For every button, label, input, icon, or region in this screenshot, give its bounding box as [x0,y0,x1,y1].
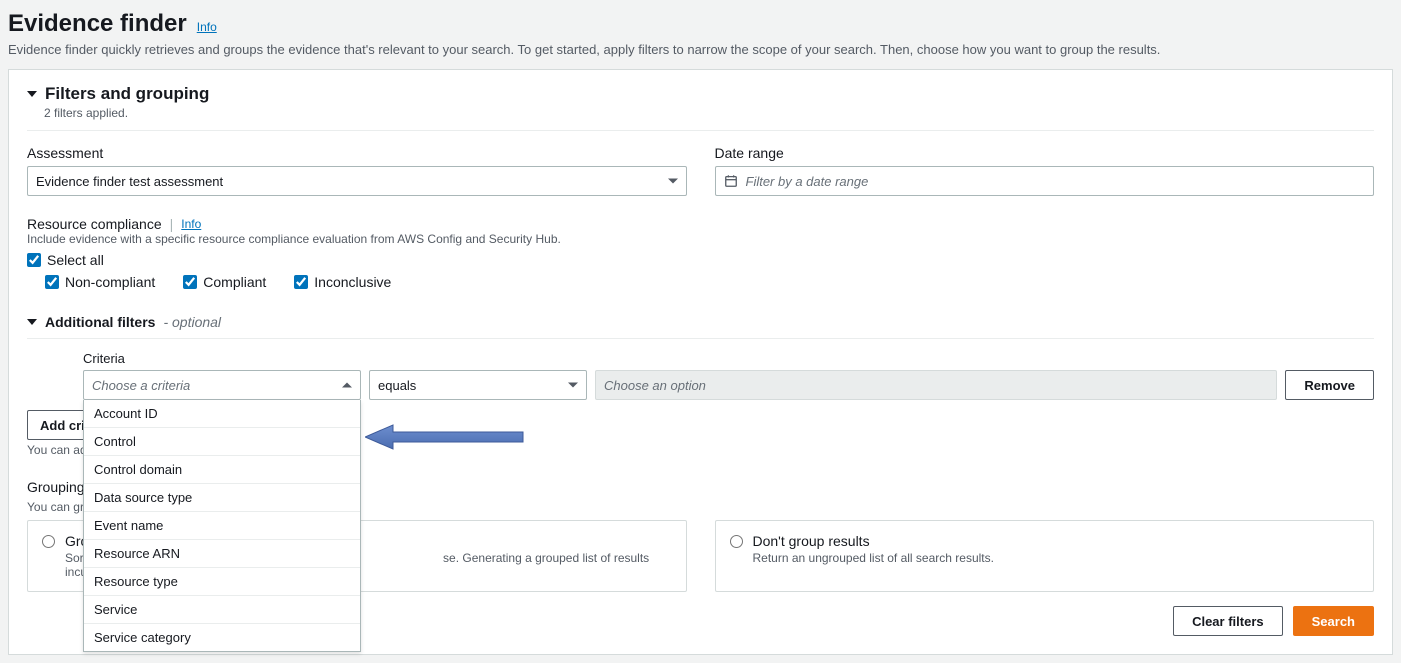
criteria-option-resource-type[interactable]: Resource type [84,568,360,596]
criteria-label: Criteria [83,351,361,366]
date-range-input[interactable]: Filter by a date range [715,166,1375,196]
noncompliant-label: Non-compliant [65,274,155,290]
caret-down-icon [568,383,578,388]
filters-panel: Filters and grouping 2 filters applied. … [8,69,1393,655]
caret-down-icon [27,319,37,325]
noncompliant-checkbox[interactable] [45,275,59,289]
dont-group-radio[interactable] [730,535,743,548]
compliant-label: Compliant [203,274,266,290]
inconclusive-label: Inconclusive [314,274,391,290]
criteria-option-account-id[interactable]: Account ID [84,400,360,428]
dont-group-desc: Return an ungrouped list of all search r… [753,551,994,565]
filters-header[interactable]: Filters and grouping [27,84,1374,104]
criteria-option-data-source-type[interactable]: Data source type [84,484,360,512]
additional-filters-title: Additional filters [45,314,155,330]
calendar-icon [724,174,738,188]
criteria-option-resource-arn[interactable]: Resource ARN [84,540,360,568]
caret-up-icon [342,383,352,388]
date-range-label: Date range [715,145,1375,161]
additional-filters-header[interactable]: Additional filters - optional [27,314,1374,330]
criteria-placeholder: Choose a criteria [92,378,190,393]
compliance-info-link[interactable]: Info [181,217,201,231]
assessment-select[interactable]: Evidence finder test assessment [27,166,687,196]
remove-button[interactable]: Remove [1285,370,1374,400]
assessment-value: Evidence finder test assessment [36,174,223,189]
compliance-label: Resource compliance [27,216,162,232]
dont-group-title: Don't group results [753,533,994,549]
date-range-placeholder: Filter by a date range [746,174,869,189]
criteria-option-control[interactable]: Control [84,428,360,456]
criteria-option-control-domain[interactable]: Control domain [84,456,360,484]
info-link[interactable]: Info [197,20,217,34]
criteria-option-service[interactable]: Service [84,596,360,624]
search-button[interactable]: Search [1293,606,1374,636]
page-description: Evidence finder quickly retrieves and gr… [8,42,1393,69]
inconclusive-checkbox[interactable] [294,275,308,289]
select-all-label: Select all [47,252,104,268]
value-placeholder: Choose an option [604,378,706,393]
filters-applied-count: 2 filters applied. [44,106,1374,120]
assessment-label: Assessment [27,145,687,161]
criteria-select[interactable]: Choose a criteria [83,370,361,400]
dont-group-option[interactable]: Don't group results Return an ungrouped … [716,521,1374,577]
caret-down-icon [27,91,37,97]
compliance-description: Include evidence with a specific resourc… [27,232,1374,246]
compliant-checkbox[interactable] [183,275,197,289]
caret-down-icon [668,179,678,184]
page-title: Evidence finder [8,10,187,38]
optional-hint: - optional [163,314,221,330]
value-input[interactable]: Choose an option [595,370,1277,400]
criteria-option-service-category[interactable]: Service category [84,624,360,651]
operator-select[interactable]: equals [369,370,587,400]
select-all-checkbox[interactable] [27,253,41,267]
group-results-radio[interactable] [42,535,55,548]
filters-title: Filters and grouping [45,84,209,104]
clear-filters-button[interactable]: Clear filters [1173,606,1283,636]
operator-value: equals [378,378,416,393]
criteria-dropdown: Account ID Control Control domain Data s… [83,400,361,652]
criteria-option-event-name[interactable]: Event name [84,512,360,540]
